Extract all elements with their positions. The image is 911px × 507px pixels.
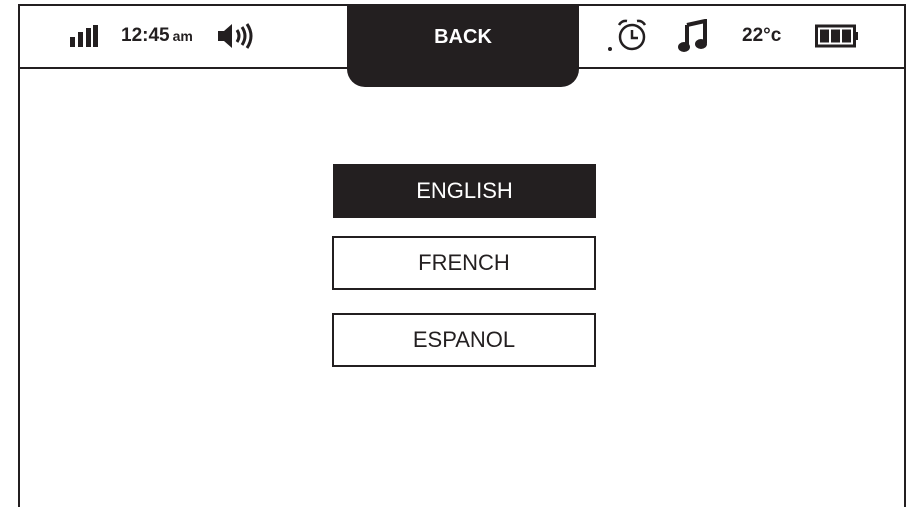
alarm-clock-icon[interactable] [606,18,650,54]
language-option-espanol[interactable]: ESPANOL [332,313,596,367]
status-left: 12:45 am [70,4,256,67]
time-value: 12:45 [121,24,170,46]
back-button[interactable]: BACK [347,4,579,87]
time-ampm: am [172,27,193,44]
speaker-volume-icon[interactable] [216,22,256,50]
battery-full-icon [815,24,859,48]
language-option-english[interactable]: ENGLISH [333,164,596,218]
temperature-readout: 22°c [742,24,782,46]
signal-bars-icon [70,24,98,47]
music-note-icon[interactable] [678,18,708,53]
status-right: 22°c [606,4,859,67]
language-option-french[interactable]: FRENCH [332,236,596,290]
clock-time: 12:45 am [121,25,193,47]
